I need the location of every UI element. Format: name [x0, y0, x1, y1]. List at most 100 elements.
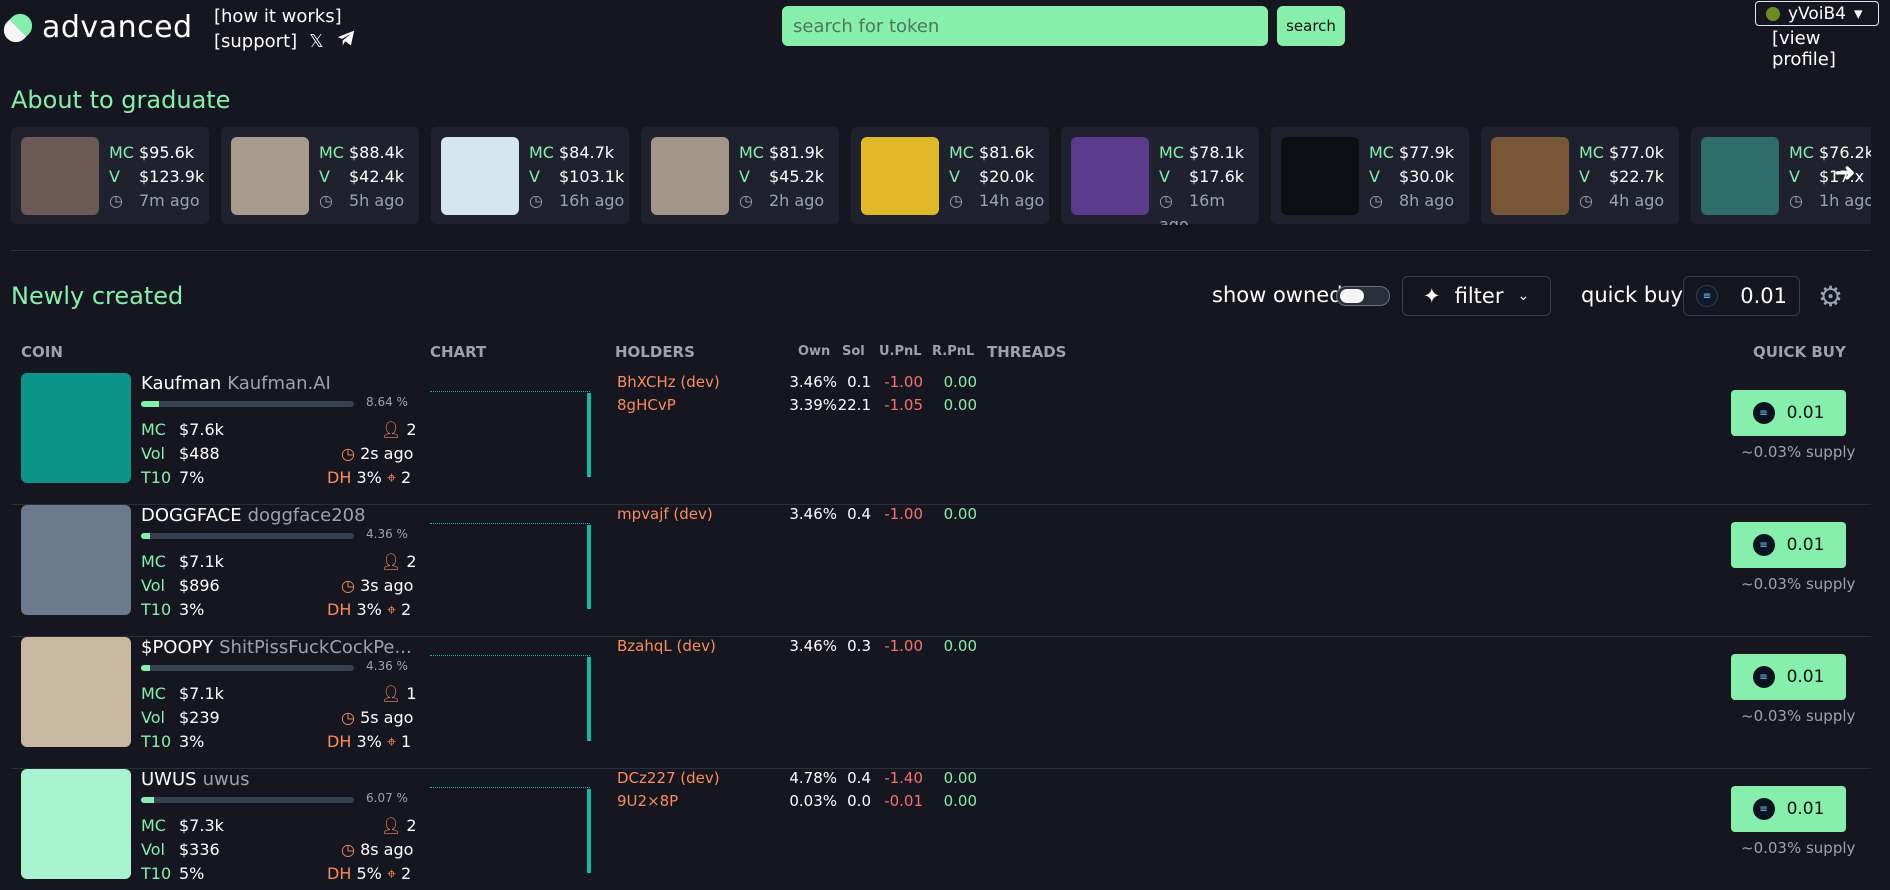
holder-address[interactable]: DCz227 (dev)	[617, 769, 720, 787]
quick-buy-button[interactable]: ≡ 0.01	[1731, 654, 1846, 700]
holders-count: 2	[406, 552, 417, 571]
holder-sol: 0.0	[847, 792, 871, 810]
x-twitter-icon[interactable]: 𝕏	[309, 29, 324, 54]
bonding-progress-bar	[141, 797, 354, 803]
chart-line	[430, 391, 590, 392]
solana-icon: ≡	[1752, 534, 1775, 556]
graduate-card[interactable]: MC $77.0k V $22.7k ◷ 4h ago	[1481, 127, 1679, 224]
dh-label: DH	[327, 600, 352, 619]
gear-icon[interactable]: ⚙	[1818, 280, 1843, 313]
volume: $488	[179, 444, 220, 463]
avatar	[1766, 6, 1780, 21]
quick-buy-button[interactable]: ≡ 0.01	[1731, 786, 1846, 832]
supply-estimate: ~0.03% supply	[1741, 443, 1856, 461]
coin-name[interactable]: DOGGFACE	[141, 505, 242, 526]
market-cap: $7.3k	[179, 816, 224, 835]
holder-rpnl: 0.00	[943, 637, 977, 655]
coin-image[interactable]	[21, 637, 131, 747]
search-button[interactable]: search	[1277, 6, 1345, 46]
coin-name[interactable]: UWUS	[141, 769, 197, 790]
volume: $239	[179, 708, 220, 727]
volume: $17.6k	[1189, 167, 1245, 186]
show-owned-toggle[interactable]	[1336, 286, 1390, 306]
market-cap: $77.0k	[1609, 143, 1665, 162]
table-row[interactable]: DOGGFACE doggface208 4.36 % MC $7.1k Vol $8…	[11, 505, 1871, 637]
volume: $45.2k	[769, 167, 825, 186]
col-chart: CHART	[430, 343, 487, 361]
solana-icon: ≡	[1696, 285, 1718, 307]
graduate-card[interactable]: MC $88.4k V $42.4k ◷ 5h ago	[221, 127, 419, 224]
graduate-card[interactable]: MC $95.6k V $123.9k ◷ 7m ago	[11, 127, 209, 224]
quick-buy-button[interactable]: ≡ 0.01	[1731, 390, 1846, 436]
holder-address[interactable]: BzahqL (dev)	[617, 637, 716, 655]
col-sol: Sol	[842, 344, 865, 359]
age: 7m ago	[139, 191, 200, 210]
coin-image[interactable]	[21, 373, 131, 483]
holders-count: 2	[406, 420, 417, 439]
clock-icon: ◷	[1789, 191, 1803, 210]
coin-name[interactable]: $POOPY	[141, 637, 213, 658]
token-image	[441, 137, 519, 215]
token-image	[21, 137, 99, 215]
clock-icon: ◷	[529, 191, 543, 210]
graduate-card[interactable]: MC $81.9k V $45.2k ◷ 2h ago	[641, 127, 839, 224]
how-it-works-link[interactable]: [how it works]	[214, 4, 356, 29]
clock-icon: ◷	[739, 191, 753, 210]
market-cap: $7.1k	[179, 684, 224, 703]
support-link[interactable]: [support]	[214, 29, 297, 54]
holder-address[interactable]: 8gHCvP	[617, 396, 676, 414]
holder-address[interactable]: mpvajf (dev)	[617, 505, 713, 523]
col-quick-buy: QUICK BUY	[1753, 343, 1846, 361]
filter-button[interactable]: ✦ filter ⌄	[1402, 276, 1551, 316]
t10-label: T10	[141, 468, 172, 487]
mc-label: MC	[141, 684, 166, 703]
buy-amount: 0.01	[1786, 403, 1825, 423]
chart-bar	[587, 525, 591, 609]
graduate-card[interactable]: MC $77.9k V $30.0k ◷ 8h ago	[1271, 127, 1469, 224]
dev-holding: 3%	[356, 468, 382, 487]
dh-label: DH	[327, 732, 352, 751]
graduate-card[interactable]: MC $81.6k V $20.0k ◷ 14h ago	[851, 127, 1049, 224]
view-profile-link[interactable]: [view profile]	[1772, 28, 1890, 70]
mc-label: MC	[949, 143, 974, 162]
holder-address[interactable]: 9U2×8P	[617, 792, 678, 810]
graduate-card[interactable]: MC $84.7k V $103.1k ◷ 16h ago	[431, 127, 629, 224]
coin-ticker: uwus	[202, 769, 250, 790]
age: 8s ago	[360, 840, 414, 859]
col-threads: THREADS	[987, 343, 1067, 361]
quick-buy-button[interactable]: ≡ 0.01	[1731, 522, 1846, 568]
chart-line	[430, 787, 590, 788]
user-icon: 👤︎	[381, 684, 402, 703]
quick-buy-input[interactable]: ≡ 0.01	[1683, 276, 1800, 316]
age: 2s ago	[360, 444, 414, 463]
v-label: V	[739, 167, 750, 186]
user-menu-button[interactable]: yVoiB4 ▾	[1755, 1, 1879, 26]
logo[interactable]: advanced	[0, 8, 193, 47]
age: 5s ago	[360, 708, 414, 727]
search-input[interactable]	[782, 6, 1268, 46]
graduate-card[interactable]: MC $78.1k V $17.6k ◷ 16m ago	[1061, 127, 1259, 225]
mc-label: MC	[1789, 143, 1814, 162]
coin-image[interactable]	[21, 505, 131, 615]
token-image	[1701, 137, 1779, 215]
table-row[interactable]: Kaufman Kaufman.AI 8.64 % MC $7.6k Vol $488…	[11, 373, 1871, 505]
arrow-right-icon[interactable]: ➜	[1834, 158, 1856, 188]
bonding-progress-bar	[141, 533, 354, 539]
holder-address[interactable]: BhXCHz (dev)	[617, 373, 720, 391]
v-label: V	[109, 167, 120, 186]
sniper-count: 1	[401, 732, 412, 751]
table-row[interactable]: UWUS uwus 6.07 % MC $7.3k Vol $336 T10 5% 👤︎…	[11, 769, 1871, 890]
coin-name[interactable]: Kaufman	[141, 373, 221, 394]
table-row[interactable]: $POOPY ShitPissFuckCockPe... 4.36 % MC $7.…	[11, 637, 1871, 769]
volume: $123.9k	[139, 167, 205, 186]
holder-own: 3.39%	[789, 396, 837, 414]
clock-icon: ◷	[1369, 191, 1383, 210]
col-coin: COIN	[21, 343, 63, 361]
mc-label: MC	[1159, 143, 1184, 162]
solana-icon: ≡	[1752, 666, 1775, 688]
crosshair-icon: ⌖	[386, 732, 396, 751]
mc-label: MC	[141, 552, 166, 571]
coin-image[interactable]	[21, 769, 131, 879]
telegram-icon[interactable]	[336, 29, 356, 54]
top10-pct: 3%	[179, 600, 205, 619]
